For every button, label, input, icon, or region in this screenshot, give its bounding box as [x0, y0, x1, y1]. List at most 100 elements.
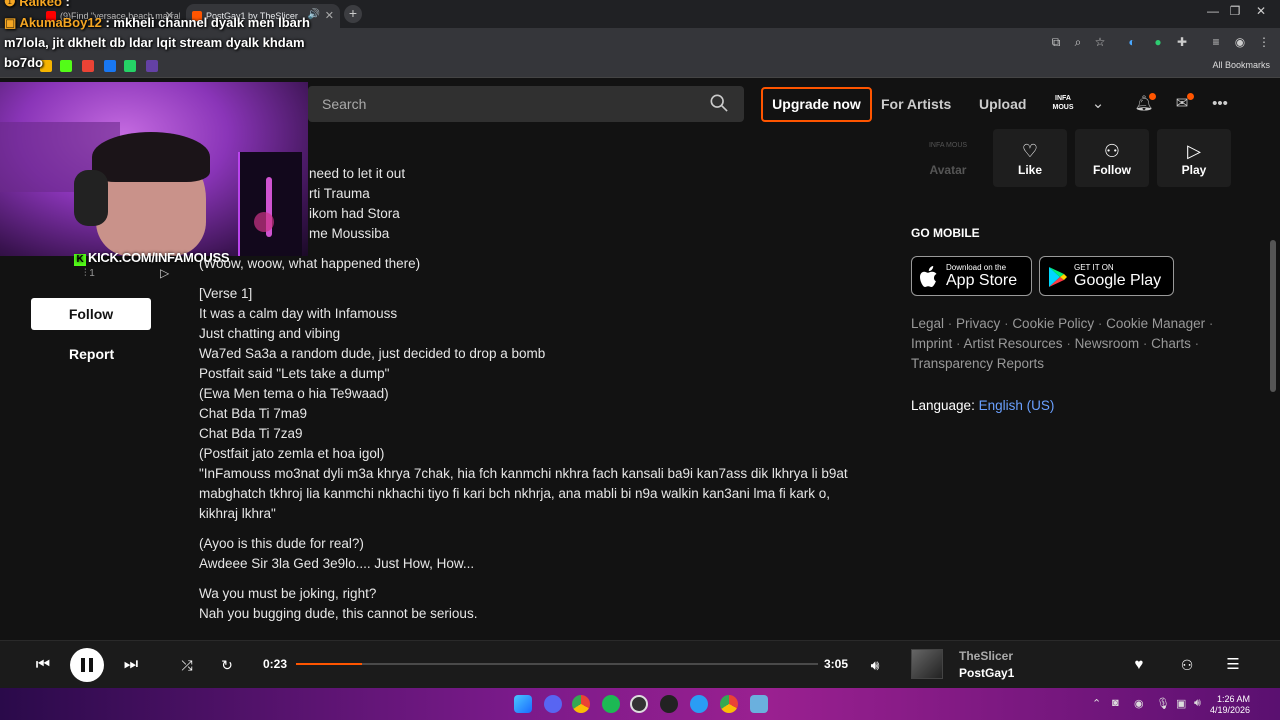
bookmark-star-icon[interactable]: ☆ — [1092, 34, 1108, 50]
kick-bookmark-icon[interactable] — [60, 60, 72, 72]
elapsed-time: 0:23 — [263, 657, 288, 671]
language-selector: Language: English (US) — [911, 398, 1054, 413]
next-track-icon[interactable]: ⏭︎ — [120, 654, 142, 676]
app-store-badge[interactable]: Download on the App Store — [911, 256, 1032, 296]
footer-link[interactable]: Transparency Reports — [911, 356, 1044, 371]
footer-link[interactable]: Cookie Policy — [1012, 316, 1094, 331]
like-button[interactable]: ♡ Like — [993, 129, 1067, 187]
for-artists-link[interactable]: For Artists — [881, 96, 951, 112]
chevron-down-icon[interactable]: ⌄ — [1088, 94, 1108, 114]
zoom-icon[interactable]: ⌕ — [1070, 34, 1086, 50]
user-avatar[interactable]: INFA MOUS — [1050, 94, 1076, 114]
microphone-icon[interactable]: 🎙︎ — [1156, 697, 1170, 710]
app-store-text: App Store — [946, 272, 1018, 289]
footer-link[interactable]: Privacy — [956, 316, 1000, 331]
previous-track-icon[interactable]: ⏮︎ — [32, 654, 54, 676]
profile-icon[interactable]: ◉ — [1232, 34, 1248, 50]
cast-icon[interactable]: ⧉ — [1048, 34, 1064, 50]
language-value-link[interactable]: English (US) — [979, 398, 1055, 413]
search-icon[interactable] — [710, 94, 728, 112]
extensions-puzzle-icon[interactable]: ✚ — [1174, 34, 1190, 50]
system-clock[interactable]: 1:26 AM 4/19/2026 — [1210, 694, 1250, 716]
notification-dot — [1149, 93, 1156, 100]
upload-link[interactable]: Upload — [979, 96, 1026, 112]
whatsapp-bookmark-icon[interactable] — [124, 60, 136, 72]
speaker-icon[interactable]: 🔊︎ — [1194, 697, 1201, 710]
telegram-icon[interactable] — [690, 695, 708, 713]
page-scrollbar[interactable] — [1270, 240, 1276, 392]
like-heart-icon[interactable]: ♥ — [1128, 654, 1150, 676]
apple-icon — [920, 266, 937, 287]
action-label: Like — [1017, 163, 1042, 177]
lyric-gap — [199, 274, 849, 284]
mouse-cursor-icon: ▷ — [160, 266, 170, 280]
spotify-icon[interactable] — [602, 695, 620, 713]
chrome-icon[interactable] — [720, 695, 738, 713]
track-artwork[interactable] — [911, 649, 943, 679]
facebook-bookmark-icon[interactable] — [104, 60, 116, 72]
follow-artist-button[interactable]: Follow — [31, 298, 151, 330]
plays-value: 1 — [89, 268, 95, 279]
new-tab-button[interactable]: + — [344, 5, 362, 23]
repeat-icon[interactable]: ↻ — [216, 654, 238, 676]
follow-user-icon: ⚇ — [1103, 141, 1121, 161]
chrome-icon[interactable] — [572, 695, 590, 713]
action-label: Follow — [1093, 163, 1131, 177]
follow-artist-icon[interactable]: ⚇ — [1176, 654, 1198, 676]
browser-menu-icon[interactable]: ⋮ — [1256, 34, 1272, 50]
remote-desktop-icon[interactable] — [750, 695, 768, 713]
separator: · — [944, 316, 957, 331]
chat-username: AkumaBoy12 — [19, 15, 102, 30]
more-options-icon[interactable]: ••• — [1210, 94, 1230, 114]
google-play-text: Google Play — [1074, 272, 1162, 289]
close-tab-icon[interactable]: ✕ — [325, 9, 334, 22]
gmail-bookmark-icon[interactable] — [82, 60, 94, 72]
lyric-line: Wa you must be joking, right? — [199, 586, 377, 601]
discord-tray-icon[interactable]: ◙ — [1112, 697, 1119, 709]
play-button[interactable]: ▷ Play — [1157, 129, 1231, 187]
google-play-badge[interactable]: GET IT ON Google Play — [1039, 256, 1174, 296]
windows-start-icon[interactable] — [514, 695, 532, 713]
volume-icon[interactable]: 🔊︎ — [864, 654, 886, 676]
bookmarks-bar: All Bookmarks — [0, 56, 1280, 78]
lyric-line: (Ewa Men tema o hia Te9waad) — [199, 386, 389, 401]
footer-link[interactable]: Charts — [1151, 336, 1191, 351]
discord-icon[interactable] — [544, 695, 562, 713]
report-link[interactable]: Report — [69, 346, 114, 362]
chat-message: m7lola, jit dkhelt db ldar lqit stream d… — [4, 35, 305, 50]
footer-link[interactable]: Cookie Manager — [1106, 316, 1205, 331]
footer-link[interactable]: Artist Resources — [964, 336, 1063, 351]
queue-icon[interactable]: ☰ — [1222, 654, 1244, 676]
shuffle-icon[interactable]: ⤮ — [176, 654, 198, 676]
track-description: need to let it out rti Trauma ikom had Sto… — [199, 164, 849, 624]
app-icon[interactable] — [660, 695, 678, 713]
extension-icon[interactable]: ● — [1150, 34, 1166, 50]
upgrade-now-button[interactable]: Upgrade now — [761, 87, 872, 122]
obs-icon[interactable] — [630, 695, 648, 713]
lyric-gap — [199, 244, 849, 254]
tray-expand-icon[interactable]: ⌃ — [1092, 697, 1101, 710]
tray-app-icon[interactable]: ◉ — [1134, 697, 1144, 710]
search-input[interactable]: Search — [308, 86, 744, 122]
extension-icon[interactable]: ◐ — [1124, 34, 1140, 50]
language-label: Language: — [911, 398, 975, 413]
follow-button[interactable]: ⚇ Follow — [1075, 129, 1149, 187]
lyric-line: need to let it out — [309, 166, 406, 181]
footer-link[interactable]: Newsroom — [1075, 336, 1140, 351]
lyric-line: (Postfait jato zemla et hoa igol) — [199, 446, 385, 461]
pause-button[interactable] — [70, 648, 104, 682]
twitch-bookmark-icon[interactable] — [146, 60, 158, 72]
window-close-icon[interactable]: ✕ — [1246, 4, 1276, 18]
track-artist-link[interactable]: TheSlicer — [959, 649, 1013, 663]
separator: · — [1190, 336, 1200, 351]
all-bookmarks[interactable]: All Bookmarks — [1212, 60, 1270, 70]
footer-link[interactable]: Imprint — [911, 336, 952, 351]
google-play-icon — [1049, 267, 1067, 287]
progress-slider[interactable] — [296, 663, 818, 665]
footer-link[interactable]: Legal — [911, 316, 944, 331]
network-icon[interactable]: ▣ — [1176, 697, 1186, 710]
tab-search-icon[interactable]: ≡ — [1208, 34, 1224, 50]
heart-icon: ♡ — [1021, 141, 1039, 161]
track-title-link[interactable]: PostGay1 — [959, 666, 1014, 680]
headset — [74, 170, 108, 226]
